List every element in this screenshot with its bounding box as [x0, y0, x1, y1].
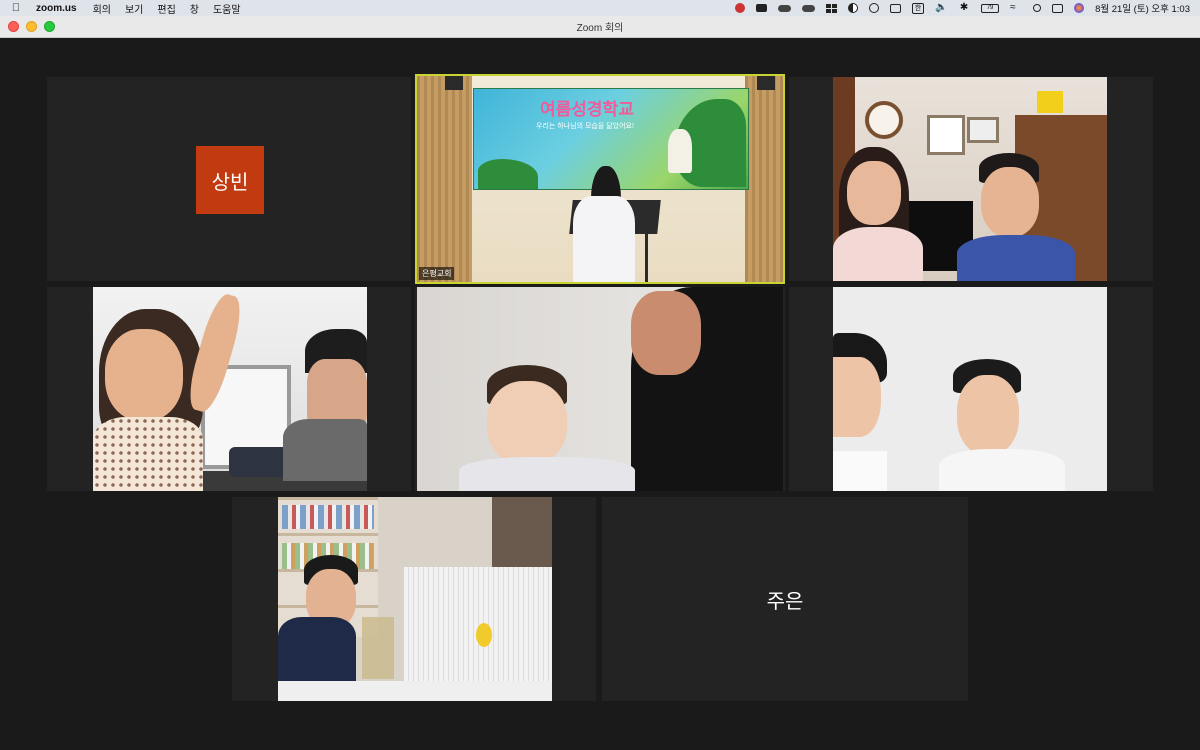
participant-video — [417, 287, 783, 491]
participant-tile-sangbin[interactable]: 상빈 — [47, 77, 411, 281]
wifi-icon[interactable]: ≈ — [1010, 3, 1022, 13]
participant-video — [278, 497, 552, 701]
banner-title: 여름성경학교 — [540, 100, 634, 119]
participant-video — [833, 287, 1107, 491]
participant-tile-7[interactable] — [232, 497, 596, 701]
siri-icon[interactable] — [1074, 3, 1085, 13]
menu-meeting[interactable]: 회의 — [93, 1, 111, 16]
menu-help[interactable]: 도움말 — [213, 1, 241, 16]
control-center-icon[interactable] — [1052, 3, 1064, 13]
cloud-sync-icon[interactable] — [802, 4, 816, 12]
media-icon[interactable] — [869, 3, 880, 13]
menu-edit[interactable]: 편집 — [157, 1, 175, 16]
menu-view[interactable]: 보기 — [125, 1, 143, 16]
participant-tile-3[interactable] — [789, 77, 1153, 281]
camera-icon[interactable] — [756, 4, 768, 12]
zoom-status-icon[interactable] — [735, 3, 746, 13]
apple-menu-icon[interactable]:  — [10, 2, 22, 14]
cloud-icon[interactable] — [778, 4, 792, 12]
grid-icon[interactable] — [826, 3, 838, 13]
menu-window[interactable]: 창 — [190, 1, 199, 16]
participant-tile-jueun[interactable]: 주은 — [602, 497, 968, 701]
contrast-icon[interactable] — [848, 3, 859, 13]
menu-bar:  zoom.us 회의 보기 편집 창 도움말 한 🔈 ✱ 79 ≈ 8월 2… — [0, 0, 1200, 16]
volume-icon[interactable]: 🔈 — [935, 3, 947, 13]
participant-name-tag: 은평교회 — [419, 267, 455, 280]
participant-tile-6[interactable] — [789, 287, 1153, 491]
bluetooth-icon[interactable]: ✱ — [958, 3, 970, 13]
window-title: Zoom 회의 — [576, 23, 624, 34]
participant-name: 주은 — [766, 591, 804, 613]
window-titlebar[interactable]: Zoom 회의 — [0, 16, 1200, 38]
participant-video — [93, 287, 367, 491]
participant-video — [833, 77, 1107, 281]
clock-icon — [865, 101, 903, 139]
app-menu[interactable]: zoom.us — [36, 3, 77, 14]
participant-tile-4[interactable] — [47, 287, 411, 491]
window-icon[interactable] — [890, 3, 902, 13]
spotlight-search-icon[interactable] — [1033, 4, 1042, 12]
input-method-icon[interactable]: 한 — [912, 2, 925, 14]
participant-avatar: 상빈 — [196, 146, 264, 214]
battery-icon[interactable]: 79 — [981, 3, 1000, 13]
participant-video: 여름성경학교 우리는 하나님의 모습을 닮았어요! — [417, 76, 783, 282]
menu-clock[interactable]: 8월 21일 (토) 오후 1:03 — [1095, 1, 1190, 15]
participant-tile-church[interactable]: 여름성경학교 우리는 하나님의 모습을 닮았어요! 은평교회 — [415, 74, 785, 284]
leader-body — [573, 196, 635, 282]
banner-subtitle: 우리는 하나님의 모습을 닮았어요! — [536, 123, 634, 130]
participant-tile-5[interactable] — [415, 287, 785, 491]
